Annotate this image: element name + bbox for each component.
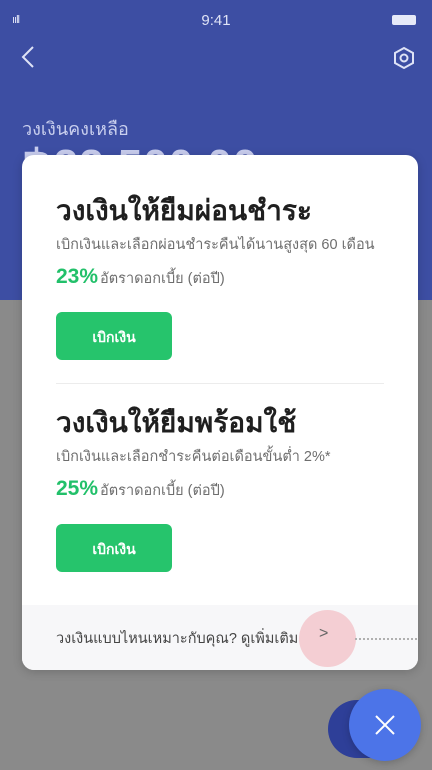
rate-label: อัตราดอกเบี้ย (ต่อปี)	[100, 271, 225, 287]
interest-rate: 25% อัตราดอกเบี้ย (ต่อปี)	[56, 477, 406, 502]
chevron-right-icon: >	[319, 625, 329, 642]
product-installment: วงเงินให้ยืมผ่อนชำระ เบิกเงินและเลือกผ่อ…	[56, 193, 406, 360]
product-description: เบิกเงินและเลือกชำระคืนต่อเดือนขั้นต่ำ 2…	[56, 449, 331, 465]
remaining-limit-label: วงเงินคงเหลือ	[22, 119, 129, 139]
back-chevron-icon	[21, 46, 34, 68]
product-description: เบิกเงินและเลือกผ่อนชำระคืนได้นานสูงสุด …	[56, 237, 375, 253]
battery-icon	[392, 15, 416, 25]
product-title: วงเงินให้ยืมผ่อนชำระ	[56, 195, 312, 226]
divider	[56, 383, 384, 384]
learn-more-row[interactable]: วงเงินแบบไหนเหมาะกับคุณ? ดูเพิ่มเติม >	[22, 605, 418, 670]
loan-options-card: วงเงินให้ยืมผ่อนชำระ เบิกเงินและเลือกผ่อ…	[22, 155, 418, 670]
dotted-guide-line	[355, 638, 417, 640]
hexagon-settings-icon	[394, 46, 414, 70]
rate-label: อัตราดอกเบี้ย (ต่อปี)	[100, 483, 225, 499]
status-bar: ııll 9:41	[0, 0, 432, 44]
product-title: วงเงินให้ยืมพร้อมใช้	[56, 407, 297, 438]
interest-rate: 23% อัตราดอกเบี้ย (ต่อปี)	[56, 265, 406, 290]
learn-more-link[interactable]: วงเงินแบบไหนเหมาะกับคุณ? ดูเพิ่มเติม	[56, 627, 298, 650]
withdraw-button-installment[interactable]: เบิกเงิน	[56, 312, 172, 360]
close-fab-button[interactable]	[349, 689, 421, 761]
back-button[interactable]	[18, 44, 40, 70]
product-ready-credit: วงเงินให้ยืมพร้อมใช้ เบิกเงินและเลือกชำร…	[56, 405, 406, 572]
rate-percent: 23%	[56, 265, 99, 288]
withdraw-button-ready-credit[interactable]: เบิกเงิน	[56, 524, 172, 572]
status-time: 9:41	[201, 12, 231, 29]
rate-percent: 25%	[56, 477, 99, 500]
settings-button[interactable]	[392, 46, 416, 70]
close-icon	[375, 715, 395, 735]
screen: ııll 9:41 วงเงินคงเหลือ ฿22,500.00 วงเงิ…	[0, 0, 432, 770]
